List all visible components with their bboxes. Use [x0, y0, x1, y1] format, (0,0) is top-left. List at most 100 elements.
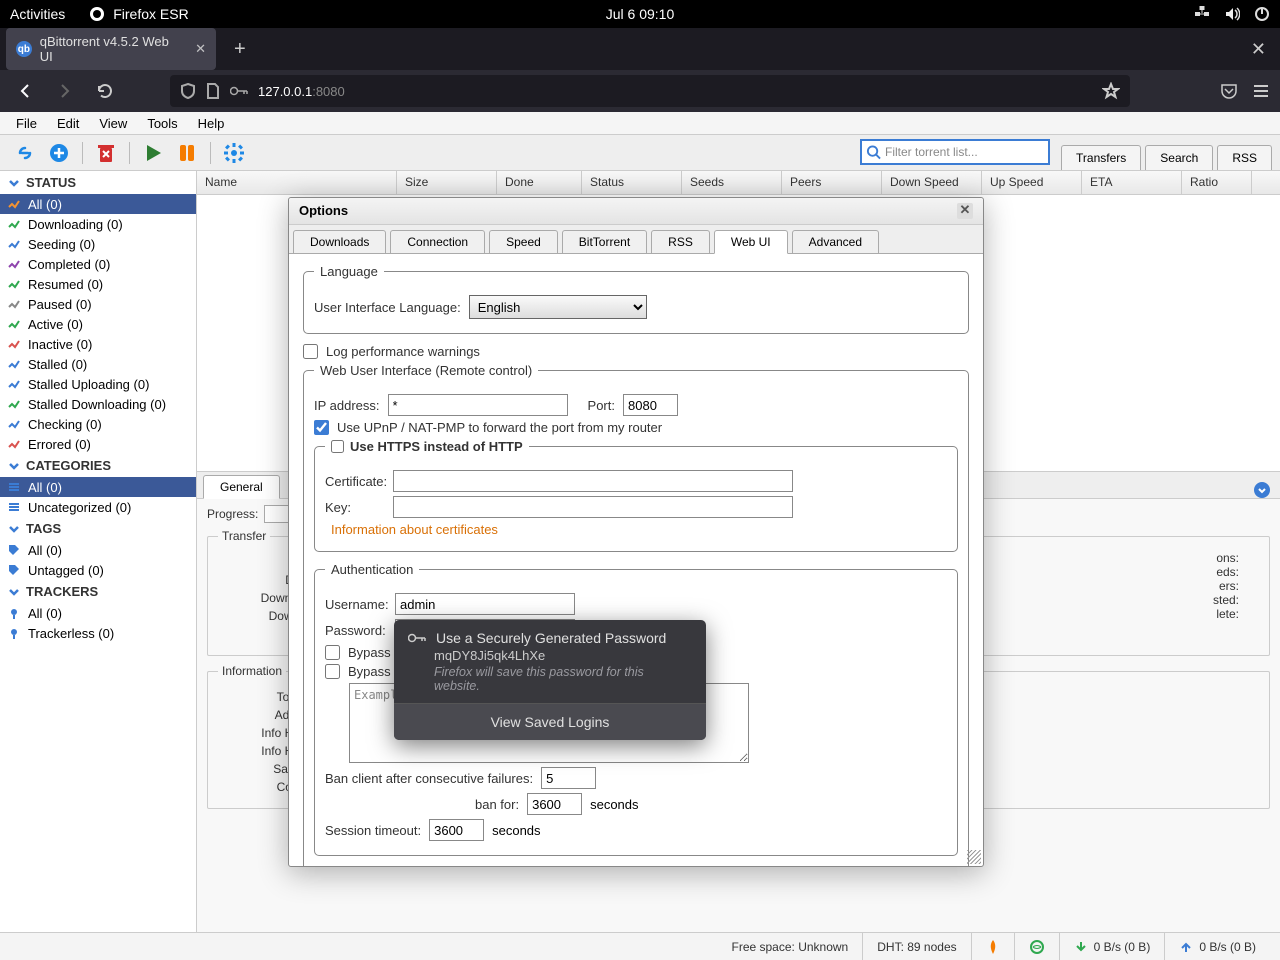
- sidebar-item[interactable]: Uncategorized (0): [0, 497, 196, 517]
- sidebar-item[interactable]: Stalled Uploading (0): [0, 374, 196, 394]
- app-menu[interactable]: Firefox ESR: [89, 6, 188, 22]
- clock[interactable]: Jul 6 09:10: [606, 6, 675, 22]
- ban-for-input[interactable]: [527, 793, 582, 815]
- tab-transfers[interactable]: Transfers: [1061, 145, 1141, 170]
- dialog-close-icon[interactable]: ✕: [957, 203, 973, 219]
- tab-close-icon[interactable]: ✕: [195, 41, 206, 57]
- filter-input[interactable]: [881, 145, 1044, 159]
- settings-button[interactable]: [221, 140, 247, 166]
- collapse-details-icon[interactable]: [1254, 482, 1270, 498]
- tab-rss[interactable]: RSS: [1217, 145, 1272, 170]
- column-header[interactable]: Up Speed: [982, 171, 1082, 194]
- dialog-resize-handle[interactable]: [967, 850, 981, 864]
- sidebar-item[interactable]: Stalled (0): [0, 354, 196, 374]
- sidebar-item[interactable]: Untagged (0): [0, 560, 196, 580]
- ui-language-select[interactable]: English: [469, 295, 647, 319]
- status-upload[interactable]: 0 B/s (0 B): [1164, 933, 1270, 960]
- menu-help[interactable]: Help: [188, 114, 235, 133]
- sidebar-trackers-header[interactable]: TRACKERS: [0, 580, 196, 603]
- column-header[interactable]: Peers: [782, 171, 882, 194]
- status-alt-speed[interactable]: [971, 933, 1014, 960]
- add-torrent-button[interactable]: [46, 140, 72, 166]
- options-tab[interactable]: BitTorrent: [562, 230, 647, 254]
- sidebar-item[interactable]: Completed (0): [0, 254, 196, 274]
- sidebar-item[interactable]: Active (0): [0, 314, 196, 334]
- sidebar-item[interactable]: Trackerless (0): [0, 623, 196, 643]
- url-bar[interactable]: 127.0.0.1:8080: [170, 75, 1130, 107]
- sidebar-tags-header[interactable]: TAGS: [0, 517, 196, 540]
- browser-tab[interactable]: qb qBittorrent v4.5.2 Web UI ✕: [6, 28, 216, 70]
- sidebar-item[interactable]: Checking (0): [0, 414, 196, 434]
- status-connection[interactable]: [1014, 933, 1059, 960]
- bypass-subnet-checkbox[interactable]: [325, 664, 340, 679]
- ban-fail-input[interactable]: [541, 767, 596, 789]
- pw-popup-title[interactable]: Use a Securely Generated Password: [436, 630, 666, 646]
- sidebar-item[interactable]: All (0): [0, 603, 196, 623]
- pause-button[interactable]: [174, 140, 200, 166]
- log-perf-warnings-checkbox[interactable]: [303, 344, 318, 359]
- options-tab[interactable]: Advanced: [792, 230, 879, 254]
- back-button[interactable]: [10, 76, 40, 106]
- cert-input[interactable]: [393, 470, 793, 492]
- cert-info-link[interactable]: Information about certificates: [325, 522, 498, 537]
- options-tab[interactable]: Downloads: [293, 230, 386, 254]
- column-header[interactable]: Name: [197, 171, 397, 194]
- sidebar-item[interactable]: Seeding (0): [0, 234, 196, 254]
- sidebar-item[interactable]: Resumed (0): [0, 274, 196, 294]
- port-input[interactable]: [623, 394, 678, 416]
- column-header[interactable]: Status: [582, 171, 682, 194]
- column-header[interactable]: Down Speed: [882, 171, 982, 194]
- menu-file[interactable]: File: [6, 114, 47, 133]
- qbittorrent-favicon: qb: [16, 41, 32, 57]
- dialog-titlebar[interactable]: Options ✕: [289, 198, 983, 225]
- username-input[interactable]: [395, 593, 575, 615]
- column-header[interactable]: ETA: [1082, 171, 1182, 194]
- system-tray[interactable]: [1194, 6, 1270, 22]
- session-timeout-input[interactable]: [429, 819, 484, 841]
- details-tab-general[interactable]: General: [203, 475, 280, 499]
- options-tab[interactable]: RSS: [651, 230, 710, 254]
- tab-search[interactable]: Search: [1145, 145, 1213, 170]
- sidebar-item[interactable]: Inactive (0): [0, 334, 196, 354]
- sidebar-item[interactable]: Paused (0): [0, 294, 196, 314]
- pw-popup-password[interactable]: mqDY8Ji5qk4LhXe: [394, 648, 706, 665]
- delete-button[interactable]: [93, 140, 119, 166]
- column-header[interactable]: Done: [497, 171, 582, 194]
- sidebar-status-header[interactable]: STATUS: [0, 171, 196, 194]
- new-tab-button[interactable]: +: [226, 38, 254, 61]
- options-tab[interactable]: Web UI: [714, 230, 788, 254]
- sidebar-item[interactable]: Stalled Downloading (0): [0, 394, 196, 414]
- column-header[interactable]: Size: [397, 171, 497, 194]
- sidebar-item[interactable]: Errored (0): [0, 434, 196, 454]
- sidebar-item[interactable]: All (0): [0, 540, 196, 560]
- ip-input[interactable]: [388, 394, 568, 416]
- activities-button[interactable]: Activities: [10, 6, 65, 22]
- detail-label: eds:: [1213, 565, 1239, 579]
- column-header[interactable]: Seeds: [682, 171, 782, 194]
- menu-view[interactable]: View: [89, 114, 137, 133]
- sidebar-item[interactable]: All (0): [0, 477, 196, 497]
- column-header[interactable]: Ratio: [1182, 171, 1252, 194]
- reload-button[interactable]: [90, 76, 120, 106]
- hamburger-menu-icon[interactable]: [1252, 82, 1270, 100]
- menu-tools[interactable]: Tools: [137, 114, 187, 133]
- menu-edit[interactable]: Edit: [47, 114, 89, 133]
- https-checkbox[interactable]: [331, 440, 344, 453]
- sidebar-item[interactable]: Downloading (0): [0, 214, 196, 234]
- torrent-table-header[interactable]: NameSizeDoneStatusSeedsPeersDown SpeedUp…: [197, 171, 1280, 195]
- upnp-checkbox[interactable]: [314, 420, 329, 435]
- resume-button[interactable]: [140, 140, 166, 166]
- key-input[interactable]: [393, 496, 793, 518]
- sidebar-item[interactable]: All (0): [0, 194, 196, 214]
- options-tab[interactable]: Speed: [489, 230, 558, 254]
- add-link-button[interactable]: [12, 140, 38, 166]
- status-download[interactable]: 0 B/s (0 B): [1059, 933, 1165, 960]
- bypass-local-checkbox[interactable]: [325, 645, 340, 660]
- window-close-button[interactable]: ✕: [1243, 39, 1274, 60]
- sidebar-categories-header[interactable]: CATEGORIES: [0, 454, 196, 477]
- pocket-icon[interactable]: [1220, 82, 1238, 100]
- view-saved-logins-button[interactable]: View Saved Logins: [394, 704, 706, 740]
- bookmark-star-icon[interactable]: [1102, 82, 1120, 100]
- filter-search[interactable]: [860, 139, 1050, 165]
- options-tab[interactable]: Connection: [390, 230, 485, 254]
